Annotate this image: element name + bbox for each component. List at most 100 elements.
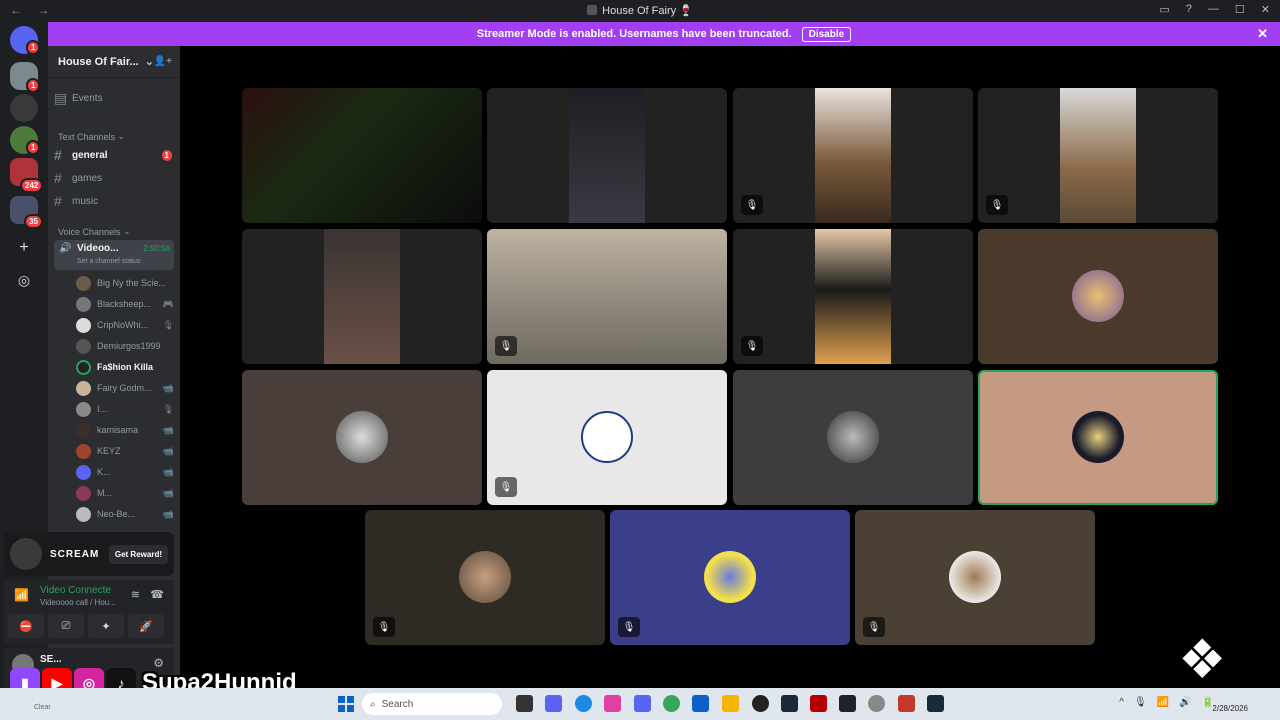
channel-status[interactable]: Set a channel status — [77, 258, 140, 265]
close-window-button[interactable]: ✕ — [1261, 3, 1270, 16]
mic-icon: 🎙 — [162, 319, 174, 330]
camera-off-button[interactable]: ⛔ — [8, 614, 44, 638]
member-item[interactable]: I... 🎙 — [76, 399, 174, 419]
video-tile[interactable] — [487, 88, 727, 223]
start-button[interactable] — [338, 696, 354, 712]
member-item[interactable]: M... 📹 — [76, 483, 174, 503]
signal-icon[interactable]: 📶 — [14, 588, 29, 602]
member-item[interactable]: Big Ny the Scie... — [76, 273, 174, 293]
copilot-icon[interactable] — [545, 695, 562, 712]
nvidia-icon[interactable] — [839, 695, 856, 712]
member-item[interactable]: Blacksheep... 🎮 — [76, 294, 174, 314]
settings-icon[interactable] — [868, 695, 885, 712]
screen-share-button[interactable]: ⎚ — [48, 614, 84, 638]
promo-brand: SCREAM — [50, 548, 100, 560]
video-tile[interactable] — [242, 229, 482, 364]
noise-suppression-icon[interactable]: ≋ — [131, 588, 140, 601]
get-reward-button[interactable]: Get Reward! — [108, 544, 168, 564]
avatar — [704, 551, 756, 603]
avatar — [76, 380, 91, 396]
avatar — [76, 338, 91, 354]
video-tile[interactable]: 🎙 — [978, 88, 1218, 223]
voice-action-buttons: ⛔ ⎚ ✦ 🚀 — [8, 614, 164, 638]
video-tile[interactable] — [242, 88, 482, 223]
member-item[interactable]: K... 📹 — [76, 462, 174, 482]
mic-muted-icon: 🎙 — [986, 195, 1008, 215]
app-icon-2[interactable] — [898, 695, 915, 712]
steam-icon-2[interactable] — [927, 695, 944, 712]
disable-button[interactable]: Disable — [801, 26, 852, 42]
connection-channel[interactable]: Videoooo call / Hou... — [40, 598, 116, 607]
game-icon: 🎮 — [162, 298, 174, 309]
maximize-button[interactable]: ☐ — [1235, 3, 1245, 16]
mic-muted-icon: 🎙 — [741, 195, 763, 215]
chrome-icon[interactable] — [663, 695, 680, 712]
soundboard-button[interactable]: 🚀 — [128, 614, 164, 638]
mic-muted-icon: 🎙 — [618, 617, 640, 637]
chevron-down-icon[interactable]: ⌄ — [145, 55, 154, 68]
events-item[interactable]: ▤ Events — [54, 90, 176, 107]
video-tile-speaking[interactable] — [978, 370, 1218, 505]
tray-overflow-icon[interactable]: ^ — [1119, 697, 1124, 708]
folder-icon[interactable] — [722, 695, 739, 712]
invite-icon[interactable]: 👤+ — [154, 56, 172, 67]
avatar — [1072, 270, 1124, 322]
video-tile[interactable]: 🎙 — [487, 370, 727, 505]
edge-icon[interactable] — [575, 695, 592, 712]
member-item[interactable]: KEYZ 📹 — [76, 441, 174, 461]
camera-icon: 📹 — [162, 424, 174, 435]
task-view-icon[interactable] — [516, 695, 533, 712]
member-item[interactable]: Fairy Godm... 📹 — [76, 378, 174, 398]
video-tile[interactable]: 🎙 — [365, 510, 605, 645]
close-banner-icon[interactable]: ✕ — [1257, 26, 1268, 42]
channel-music[interactable]: # music — [54, 193, 176, 209]
inbox-icon[interactable]: ▭ — [1159, 3, 1169, 16]
server-icon-2[interactable] — [10, 94, 38, 122]
mic-muted-icon: 🎙 — [373, 617, 395, 637]
video-tile[interactable]: 🎙 — [733, 88, 973, 223]
video-tile[interactable]: 🎙 — [855, 510, 1095, 645]
member-item[interactable]: kamisama 📹 — [76, 420, 174, 440]
taskbar-date[interactable]: 2/28/2026 — [1212, 704, 1248, 713]
voice-channel-active[interactable]: 🔊 Videoo... 2:50:56 Set a channel status — [54, 240, 174, 270]
wifi-icon[interactable]: 📶 — [1157, 697, 1169, 708]
folder-badge-1: 242 — [20, 178, 44, 193]
app-icon[interactable] — [604, 695, 621, 712]
member-item[interactable]: CripNoWhi... 🎙 — [76, 315, 174, 335]
video-tile[interactable] — [733, 370, 973, 505]
mic-muted-icon: 🎙 — [863, 617, 885, 637]
video-tile[interactable]: 🎙 — [610, 510, 850, 645]
taskbar-search[interactable]: ⌕ Search — [362, 693, 502, 715]
system-tray: ^ 🎙 📶 🔊 🔋 — [1119, 697, 1214, 708]
camera-feed — [569, 88, 645, 223]
obs-icon[interactable] — [752, 695, 769, 712]
overlay-logo-icon: ❖ — [1178, 630, 1227, 690]
voice-channels-header[interactable]: Voice Channels ⌄ — [58, 226, 176, 237]
volume-icon[interactable]: 🔊 — [1179, 697, 1191, 708]
video-tile[interactable]: 🎙 — [733, 229, 973, 364]
activities-button[interactable]: ✦ — [88, 614, 124, 638]
video-tile[interactable] — [242, 370, 482, 505]
discover-icon[interactable]: ◎ — [10, 266, 38, 294]
steam-icon[interactable] — [781, 695, 798, 712]
speaker-icon: 🔊 — [59, 243, 72, 254]
disconnect-icon[interactable]: ☎ — [150, 588, 164, 601]
adobe-icon[interactable] — [810, 695, 827, 712]
channel-general[interactable]: # general 1 — [54, 147, 176, 163]
add-server-icon[interactable]: + — [10, 234, 38, 262]
video-tile[interactable] — [978, 229, 1218, 364]
help-icon[interactable]: ? — [1186, 3, 1192, 16]
mic-icon[interactable]: 🎙 — [1134, 697, 1147, 708]
discord-icon[interactable] — [634, 695, 651, 712]
server-badge-3: 1 — [26, 140, 41, 155]
channel-games[interactable]: # games — [54, 170, 176, 186]
member-item[interactable]: Neo-Be... 📹 — [76, 504, 174, 524]
home-badge: 1 — [26, 40, 41, 55]
text-channels-header[interactable]: Text Channels ⌄ — [58, 131, 176, 142]
member-item[interactable]: Fa$hion Killa — [76, 357, 174, 377]
store-icon[interactable] — [692, 695, 709, 712]
hash-icon: # — [54, 147, 62, 163]
minimize-button[interactable]: — — [1208, 3, 1219, 16]
video-tile[interactable]: 🎙 — [487, 229, 727, 364]
member-item[interactable]: Demiurgos1999 — [76, 336, 174, 356]
